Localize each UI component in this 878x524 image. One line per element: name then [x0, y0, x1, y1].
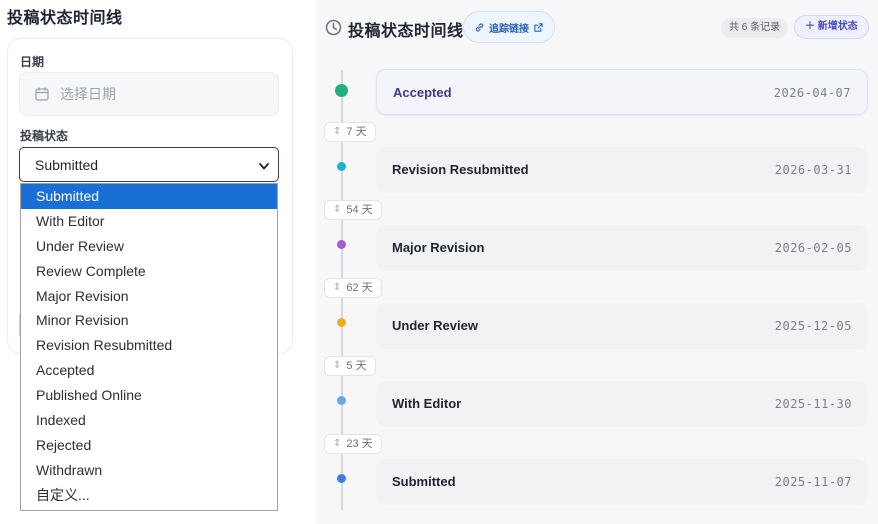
status-select-value: Submitted: [35, 156, 99, 173]
event-date: 2025-11-30: [774, 397, 852, 411]
updown-icon: ⇕: [333, 438, 342, 449]
interval-badge: ⇕ 54 天: [324, 200, 382, 220]
timeline-event[interactable]: Accepted 2026-04-07: [376, 69, 868, 115]
date-field-label: 日期: [20, 55, 45, 69]
date-picker-input[interactable]: 选择日期: [19, 72, 279, 116]
status-option[interactable]: Accepted: [21, 358, 277, 383]
event-date: 2025-12-05: [774, 319, 852, 333]
status-dot: [335, 84, 348, 97]
updown-icon: ⇕: [333, 360, 342, 371]
timeline-event[interactable]: Major Revision 2026-02-05: [376, 225, 868, 271]
status-option[interactable]: Minor Revision: [21, 308, 277, 333]
interval-label: 23 天: [346, 438, 373, 450]
status-option[interactable]: Indexed: [21, 408, 277, 433]
status-option[interactable]: Major Revision: [21, 284, 277, 309]
clock-icon: [325, 19, 342, 36]
event-status-name: Submitted: [392, 474, 456, 489]
event-status-name: With Editor: [392, 396, 462, 411]
status-option[interactable]: Under Review: [21, 234, 277, 259]
interval-label: 5 天: [346, 360, 367, 372]
form-title: 投稿状态时间线: [7, 10, 123, 27]
track-link-label: 追踪链接: [489, 23, 529, 35]
calendar-icon: [34, 86, 50, 102]
interval-badge: ⇕ 62 天: [324, 278, 382, 298]
interval-label: 62 天: [346, 282, 373, 294]
status-option[interactable]: With Editor: [21, 209, 277, 234]
interval-badge: ⇕ 23 天: [324, 434, 382, 454]
external-link-icon: [534, 22, 543, 32]
updown-icon: ⇕: [333, 204, 342, 215]
status-option[interactable]: Withdrawn: [21, 458, 277, 483]
event-status-name: Revision Resubmitted: [392, 162, 529, 177]
status-field-label: 投稿状态: [20, 129, 69, 143]
status-dot: [337, 396, 346, 405]
event-status-name: Major Revision: [392, 240, 485, 255]
interval-label: 7 天: [346, 126, 367, 138]
status-dot: [337, 474, 346, 483]
status-option[interactable]: Review Complete: [21, 259, 277, 284]
status-option[interactable]: Rejected: [21, 433, 277, 458]
status-dropdown[interactable]: Submitted With Editor Under Review Revie…: [20, 183, 278, 511]
status-option[interactable]: Revision Resubmitted: [21, 333, 277, 358]
status-option[interactable]: 自定义...: [21, 483, 277, 508]
status-dot: [337, 240, 346, 249]
updown-icon: ⇕: [333, 126, 342, 137]
updown-icon: ⇕: [333, 282, 342, 293]
status-dot: [337, 318, 346, 327]
track-link-button[interactable]: 追踪链接: [463, 11, 555, 43]
event-date: 2026-03-31: [774, 163, 852, 177]
timeline-event[interactable]: Revision Resubmitted 2026-03-31: [376, 147, 868, 193]
timeline-event[interactable]: Submitted 2025-11-07: [376, 459, 868, 505]
event-status-name: Under Review: [392, 318, 478, 333]
record-count-badge: 共 6 条记录: [721, 18, 789, 38]
status-option[interactable]: Published Online: [21, 383, 277, 408]
event-status-name: Accepted: [393, 85, 452, 100]
event-date: 2026-02-05: [774, 241, 852, 255]
status-option[interactable]: Submitted: [21, 184, 277, 209]
date-placeholder: 选择日期: [60, 86, 116, 102]
add-status-button[interactable]: ＋ 新增状态: [794, 15, 869, 39]
link-icon: [475, 22, 484, 32]
timeline-title: 投稿状态时间线: [348, 23, 464, 40]
interval-badge: ⇕ 7 天: [324, 122, 376, 142]
status-dot: [337, 162, 346, 171]
chevron-down-icon: [258, 159, 270, 171]
event-date: 2026-04-07: [773, 86, 851, 100]
timeline-event[interactable]: With Editor 2025-11-30: [376, 381, 868, 427]
interval-badge: ⇕ 5 天: [324, 356, 376, 376]
timeline-event[interactable]: Under Review 2025-12-05: [376, 303, 868, 349]
interval-label: 54 天: [346, 204, 373, 216]
status-select[interactable]: Submitted: [19, 147, 279, 182]
event-date: 2025-11-07: [774, 475, 852, 489]
